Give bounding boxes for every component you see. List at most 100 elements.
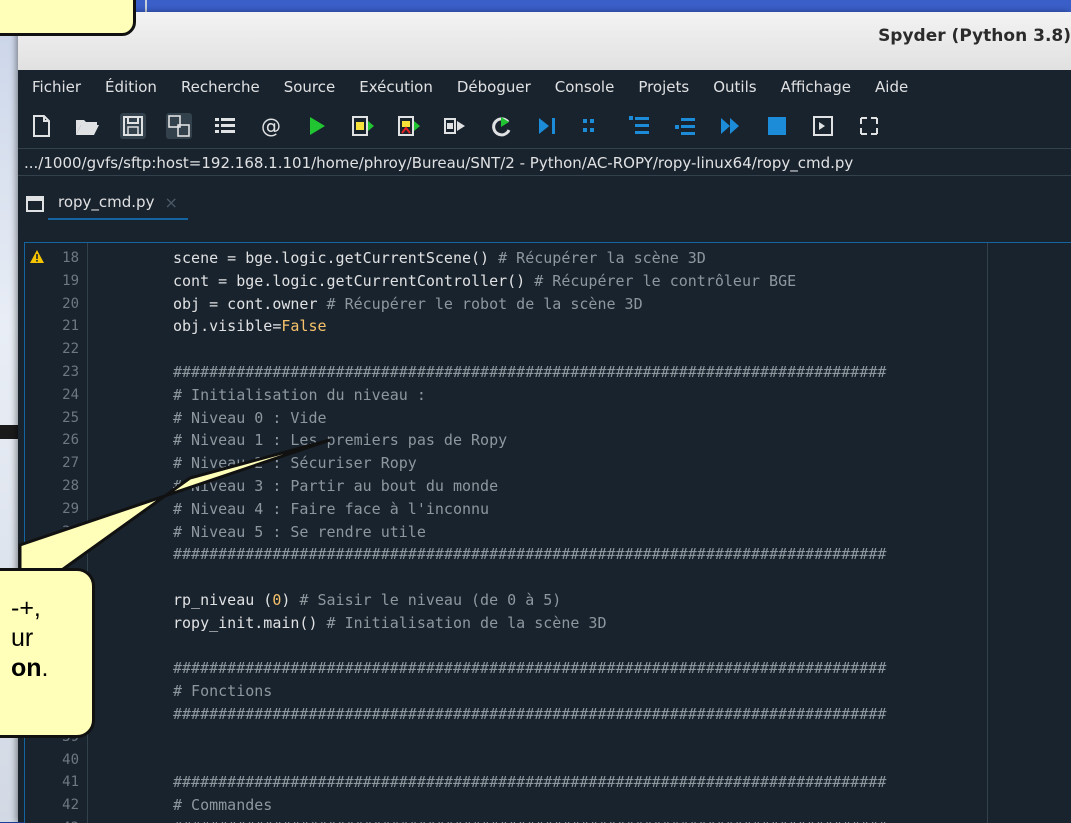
callout-line-2: ur xyxy=(11,624,34,652)
code-token: obj.visible= xyxy=(173,317,282,336)
code-token: ) xyxy=(281,591,300,609)
svg-text:@: @ xyxy=(261,114,281,138)
code-line[interactable]: ########################################… xyxy=(173,819,886,823)
code-token: # Récupérer le robot de la scène 3D xyxy=(326,294,643,313)
code-line[interactable]: ########################################… xyxy=(173,363,886,381)
outline-icon[interactable] xyxy=(212,113,238,139)
new-file-icon[interactable] xyxy=(28,113,54,139)
tab-menu-icon[interactable] xyxy=(26,196,44,212)
code-line[interactable]: obj = cont.owner # Récupérer le robot de… xyxy=(173,295,643,313)
menu-execution[interactable]: Exécution xyxy=(345,78,443,96)
title-bar[interactable]: Spyder (Python 3.8) xyxy=(18,12,1071,70)
run-selection-icon[interactable] xyxy=(442,113,468,139)
code-token: # Commandes xyxy=(173,796,273,815)
menu-recherche[interactable]: Recherche xyxy=(167,78,270,96)
code-line[interactable]: # Fonctions xyxy=(173,682,272,700)
code-line[interactable]: ########################################… xyxy=(173,545,886,563)
code-line[interactable]: ########################################… xyxy=(173,659,886,677)
code-line[interactable]: # Initialisation du niveau : xyxy=(173,386,426,404)
code-line[interactable]: cont = bge.logic.getCurrentController() … xyxy=(173,272,796,290)
fullscreen-icon[interactable] xyxy=(856,113,882,139)
debug-icon[interactable] xyxy=(534,113,560,139)
code-line[interactable]: # Niveau 3 : Partir au bout du monde xyxy=(173,477,498,495)
line-number: 29 xyxy=(62,500,79,517)
close-icon[interactable]: × xyxy=(164,193,177,212)
continue-icon[interactable] xyxy=(718,113,744,139)
code-line[interactable]: scene = bge.logic.getCurrentScene() # Ré… xyxy=(173,249,706,267)
callout-top xyxy=(0,0,136,36)
run-icon[interactable] xyxy=(304,113,330,139)
run-cell-icon[interactable] xyxy=(350,113,376,139)
run-cell-advance-icon[interactable] xyxy=(396,113,422,139)
menu-deboguer[interactable]: Déboguer xyxy=(443,78,541,96)
code-line[interactable]: ########################################… xyxy=(173,705,886,723)
code-line[interactable]: # Niveau 0 : Vide xyxy=(173,409,327,427)
toolbar: @ xyxy=(18,104,1071,148)
line-number: 31 xyxy=(62,546,79,563)
code-line[interactable]: obj.visible=False xyxy=(173,317,327,335)
menu-source[interactable]: Source xyxy=(270,78,346,96)
line-number: 19 xyxy=(62,272,79,289)
spyder-window: Spyder (Python 3.8) Fichier Édition Rech… xyxy=(18,12,1071,823)
menu-console[interactable]: Console xyxy=(541,78,625,96)
step-into-icon[interactable] xyxy=(626,113,652,139)
edge-line xyxy=(987,243,988,823)
code-token: # Niveau 2 : Sécuriser Ropy xyxy=(173,454,417,473)
code-token: rp_niveau ( xyxy=(173,591,273,609)
menu-edition[interactable]: Édition xyxy=(91,78,167,96)
window-title: Spyder (Python 3.8) xyxy=(878,26,1071,46)
menu-fichier[interactable]: Fichier xyxy=(18,78,91,96)
code-line[interactable]: # Niveau 4 : Faire face à l'inconnu xyxy=(173,500,489,518)
callout-line-3: on. xyxy=(11,654,49,682)
line-number: 28 xyxy=(62,478,79,494)
tab-label: ropy_cmd.py xyxy=(58,193,155,211)
code-line[interactable]: # Niveau 5 : Se rendre utile xyxy=(173,523,426,541)
code-line[interactable]: # Niveau 2 : Sécuriser Ropy xyxy=(173,454,417,472)
menu-aide[interactable]: Aide xyxy=(861,78,918,96)
line-number: 20 xyxy=(62,295,79,312)
debug-line-icon[interactable] xyxy=(580,113,606,139)
code-token: ########################################… xyxy=(173,705,887,723)
line-number: 26 xyxy=(62,432,79,449)
at-sign-icon[interactable]: @ xyxy=(258,113,284,139)
rerun-icon[interactable] xyxy=(488,113,514,139)
code-token: scene = bge.logic.getCurrentScene() xyxy=(173,249,499,267)
line-number: 30 xyxy=(62,523,79,540)
code-line[interactable]: ropy_init.main() # Initialisation de la … xyxy=(173,614,607,632)
code-token: cont = bge.logic.getCurrentController() xyxy=(173,271,535,290)
line-number: 21 xyxy=(62,318,79,335)
code-token: # Récupérer la scène 3D xyxy=(498,249,706,267)
code-line[interactable]: rp_niveau (0) # Saisir le niveau (de 0 à… xyxy=(173,591,561,609)
save-all-icon[interactable] xyxy=(166,113,192,139)
code-token: ########################################… xyxy=(173,773,887,792)
file-path-bar[interactable]: .../1000/gvfs/sftp:host=192.168.1.101/ho… xyxy=(18,148,1071,176)
code-line[interactable]: ########################################… xyxy=(173,773,886,791)
maximize-pane-icon[interactable] xyxy=(810,113,836,139)
code-token: False xyxy=(281,317,327,336)
save-icon[interactable] xyxy=(120,113,146,139)
line-number: 24 xyxy=(62,386,79,403)
menu-projets[interactable]: Projets xyxy=(624,78,699,96)
open-folder-icon[interactable] xyxy=(74,113,100,139)
code-token: # Initialisation de la scène 3D xyxy=(326,613,607,632)
stop-icon[interactable] xyxy=(764,113,790,139)
code-token: ########################################… xyxy=(173,659,887,678)
code-token: # Niveau 4 : Faire face à l'inconnu xyxy=(173,499,490,518)
code-token: # Niveau 1 : Les premiers pas de Ropy xyxy=(173,431,508,450)
code-token: # Initialisation du niveau : xyxy=(173,385,426,404)
code-editor[interactable]: 1819202122232425262728293031323334353637… xyxy=(24,242,1071,823)
line-number: 42 xyxy=(62,797,79,814)
step-return-icon[interactable] xyxy=(672,113,698,139)
code-line[interactable]: # Niveau 1 : Les premiers pas de Ropy xyxy=(173,431,507,449)
line-number: 23 xyxy=(62,364,79,380)
line-number: 41 xyxy=(62,774,79,791)
code-token: ########################################… xyxy=(173,545,887,564)
tab-ropy-cmd[interactable]: ropy_cmd.py × xyxy=(48,186,188,220)
code-token: # Saisir le niveau (de 0 à 5) xyxy=(299,591,562,609)
menu-affichage[interactable]: Affichage xyxy=(767,78,861,96)
code-token: # Niveau 3 : Partir au bout du monde xyxy=(173,477,499,495)
code-line[interactable]: # Commandes xyxy=(173,796,272,814)
code-token: obj = cont.owner xyxy=(173,294,327,313)
menu-outils[interactable]: Outils xyxy=(699,78,766,96)
line-number: 40 xyxy=(62,751,79,768)
